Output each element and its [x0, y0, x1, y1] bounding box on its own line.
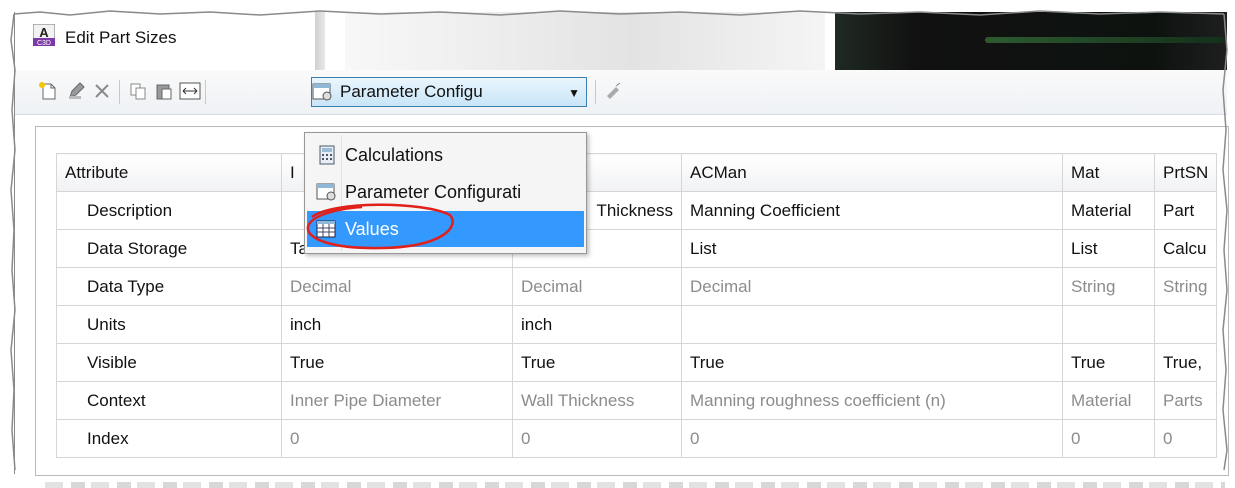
parameter-config-icon: [315, 180, 339, 204]
grid-cell[interactable]: Manning roughness coefficient (n): [681, 381, 1063, 420]
table-row: Description Thickness Manning Coefficien…: [56, 191, 1218, 230]
column-header[interactable]: ACMan: [681, 153, 1063, 192]
parameter-dropdown-value: Parameter Configu: [340, 82, 483, 101]
row-label: Index: [56, 419, 282, 458]
civil3d-app-icon: A C3D: [33, 24, 55, 46]
values-table-icon: [315, 217, 339, 241]
svg-text:A: A: [39, 25, 49, 40]
grid-cell[interactable]: True: [281, 343, 513, 382]
svg-text:C3D: C3D: [37, 40, 51, 46]
grid-cell[interactable]: String: [1153, 267, 1218, 306]
delete-icon[interactable]: [91, 80, 113, 102]
grid-cell[interactable]: Manning Coefficient: [681, 191, 1063, 230]
row-label: Description: [56, 191, 282, 230]
window-title: Edit Part Sizes: [65, 28, 177, 47]
grid-cell[interactable]: 0: [512, 419, 682, 458]
background-blur: [345, 12, 825, 72]
sketch-icon[interactable]: [603, 80, 625, 102]
column-header[interactable]: Attribute: [56, 153, 282, 192]
grid-cell[interactable]: Decimal: [512, 267, 682, 306]
table-row: Units inch inch: [56, 305, 1218, 344]
menu-item-parameter-configuration[interactable]: Parameter Configurati: [307, 174, 584, 210]
grid-cell[interactable]: Decimal: [681, 267, 1063, 306]
menu-item-calculations[interactable]: Calculations: [307, 137, 584, 173]
row-label: Data Storage: [56, 229, 282, 268]
new-icon[interactable]: [37, 80, 59, 102]
calculator-icon: [315, 143, 339, 167]
grid-cell[interactable]: Material: [1062, 381, 1155, 420]
table-row: Data Storage Table Table List List Calcu: [56, 229, 1218, 268]
table-row: Visible True True True True True,: [56, 343, 1218, 382]
parameter-config-icon: [312, 83, 332, 101]
column-header[interactable]: PrtSN: [1153, 153, 1218, 192]
grid-cell[interactable]: Parts: [1153, 381, 1218, 420]
grid-cell[interactable]: [1153, 305, 1218, 344]
grid-cell[interactable]: Calcu: [1153, 229, 1218, 268]
row-label: Visible: [56, 343, 282, 382]
grid-cell[interactable]: [681, 305, 1063, 344]
grid-cell[interactable]: List: [1062, 229, 1155, 268]
grid-header-row: Attribute I ACMan Mat PrtSN: [56, 153, 1218, 192]
table-row: Context Inner Pipe Diameter Wall Thickne…: [56, 381, 1218, 420]
menu-item-label: Values: [345, 218, 399, 239]
menu-item-label: Parameter Configurati: [345, 181, 522, 202]
grid-cell[interactable]: [1062, 305, 1155, 344]
menu-item-values[interactable]: Values: [307, 211, 584, 247]
grid-cell[interactable]: Wall Thickness: [512, 381, 682, 420]
row-label: Context: [56, 381, 282, 420]
grid-cell[interactable]: inch: [512, 305, 682, 344]
table-row: Index 0 0 0 0 0: [56, 419, 1218, 458]
parameter-configuration-dropdown[interactable]: Parameter Configu ▼: [311, 77, 587, 107]
parameters-grid-panel: Attribute I ACMan Mat PrtSN Description …: [35, 126, 1229, 476]
grid-cell[interactable]: inch: [281, 305, 513, 344]
grid-cell[interactable]: 0: [681, 419, 1063, 458]
grid-cell[interactable]: 0: [1153, 419, 1218, 458]
grid-cell[interactable]: Material: [1062, 191, 1155, 230]
edit-icon[interactable]: [65, 80, 87, 102]
background-blur: [835, 12, 1227, 72]
grid-cell[interactable]: True,: [1153, 343, 1218, 382]
parameters-grid: Attribute I ACMan Mat PrtSN Description …: [56, 153, 1218, 458]
grid-cell[interactable]: True: [681, 343, 1063, 382]
grid-cell[interactable]: True: [512, 343, 682, 382]
grid-cell[interactable]: True: [1062, 343, 1155, 382]
table-row: Data Type Decimal Decimal Decimal String…: [56, 267, 1218, 306]
grid-cell[interactable]: 0: [1062, 419, 1155, 458]
paste-icon[interactable]: [153, 80, 175, 102]
title-bar: A C3D Edit Part Sizes: [15, 12, 1227, 72]
grid-cell[interactable]: Part: [1153, 191, 1218, 230]
column-header[interactable]: Mat: [1062, 153, 1155, 192]
edit-part-sizes-window: A C3D Edit Part Sizes Parameter Configu: [14, 12, 1229, 488]
row-label: Units: [56, 305, 282, 344]
resize-column-icon[interactable]: [179, 80, 201, 102]
grid-cell[interactable]: Decimal: [281, 267, 513, 306]
grid-cell[interactable]: List: [681, 229, 1063, 268]
grid-cell[interactable]: String: [1062, 267, 1155, 306]
grid-cell[interactable]: Inner Pipe Diameter: [281, 381, 513, 420]
parameter-view-menu: Calculations Parameter Configurati Value…: [304, 132, 587, 254]
chevron-down-icon: ▼: [568, 86, 580, 100]
row-label: Data Type: [56, 267, 282, 306]
grid-cell[interactable]: 0: [281, 419, 513, 458]
copy-icon[interactable]: [127, 80, 149, 102]
menu-item-label: Calculations: [345, 144, 444, 165]
toolbar: Parameter Configu ▼: [15, 70, 1227, 115]
